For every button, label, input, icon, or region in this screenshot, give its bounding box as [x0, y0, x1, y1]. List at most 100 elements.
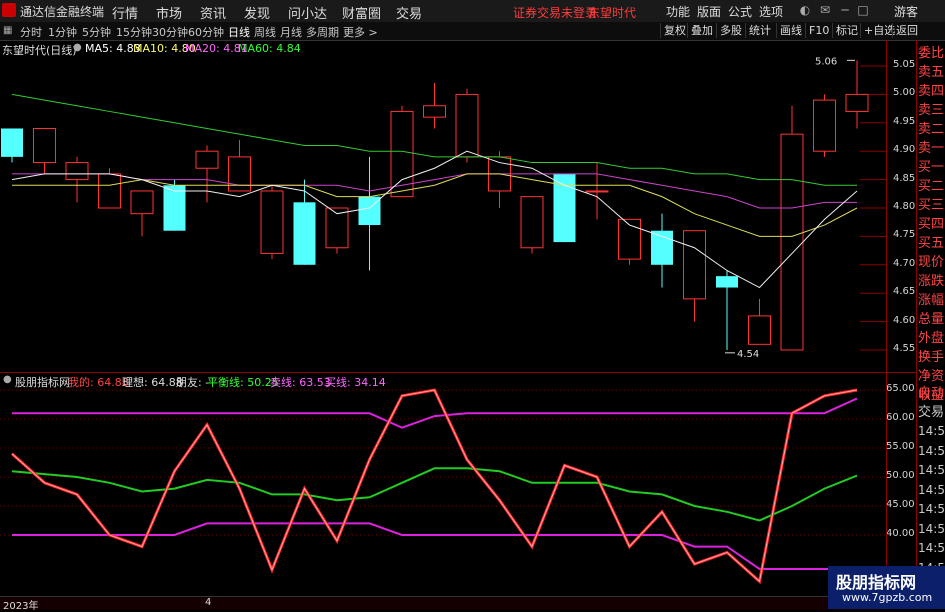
indicator-title: 股朋指标网 — [15, 376, 70, 389]
period-30min[interactable]: 30分钟 — [152, 24, 188, 40]
price-tick-label: 4.60 — [893, 314, 916, 326]
side-panel-item: 卖一 — [918, 141, 945, 156]
period-60min[interactable]: 60分钟 — [188, 24, 224, 40]
price-tick-label: 4.65 — [893, 286, 916, 298]
side-panel-item: 买三 — [918, 198, 945, 213]
indicator-friend: 朋友: - — [176, 376, 210, 389]
menu-zixun[interactable]: 资讯 — [200, 3, 226, 22]
side-panel-time: 14:56 — [918, 443, 945, 458]
grid-icon[interactable]: ▦ — [3, 25, 12, 36]
menu-hangqing[interactable]: 行情 — [112, 3, 138, 22]
menu-jiaoyi[interactable]: 交易 — [396, 3, 422, 22]
period-daily[interactable]: 日线 — [228, 24, 250, 40]
balance-line — [11, 467, 858, 522]
candle-body — [1, 128, 23, 157]
minimize-icon[interactable]: ─ — [838, 3, 852, 17]
menu-gongneng[interactable]: 功能 — [666, 3, 690, 20]
side-panel-item: 外盘 — [918, 331, 945, 346]
indicator-tick-label: 50.00 — [886, 470, 915, 481]
period-more[interactable]: 更多 > — [343, 24, 378, 40]
period-fenshi[interactable]: 分时 — [20, 24, 42, 40]
candle-body — [716, 276, 738, 288]
year-label: 2023年 — [3, 601, 39, 612]
btn-return[interactable]: 返回 — [892, 23, 921, 38]
candle-body — [228, 156, 251, 192]
candle-body — [455, 93, 479, 158]
btn-tongji[interactable]: 统计 — [745, 23, 774, 38]
indicator-tick-label: 65.00 — [886, 383, 915, 394]
candle-body — [651, 230, 673, 265]
indicator-ideal: 理想: 64.88 — [122, 376, 183, 389]
price-tick-label: 4.85 — [893, 172, 916, 184]
side-panel-item: 买五 — [918, 236, 945, 251]
sell-line — [12, 397, 858, 429]
app-title: 通达信金融终端 — [20, 5, 105, 19]
price-tick-label: 5.00 — [893, 87, 916, 99]
side-panel-subitem: 自动 — [918, 386, 945, 401]
kline-chart[interactable]: 5.06 4.54 — [0, 40, 886, 596]
price-tick-label: 4.95 — [893, 115, 916, 127]
price-tick-label: 4.55 — [893, 343, 916, 354]
trade-login-status[interactable]: 证券交易未登录 — [513, 4, 597, 21]
btn-duogu[interactable]: 多股 — [716, 23, 745, 38]
price-tick-label: 5.05 — [893, 59, 916, 70]
candle-body — [33, 127, 56, 164]
menu-faxian[interactable]: 发现 — [244, 3, 270, 22]
period-monthly[interactable]: 月线 — [280, 24, 302, 40]
user-label[interactable]: 游客 — [894, 3, 918, 20]
stock-name-title: 东望时代 — [588, 6, 637, 20]
candle-body — [195, 150, 219, 169]
candle-body — [520, 196, 544, 249]
side-panel-item: 委比 — [918, 46, 945, 61]
candle-body — [130, 190, 154, 215]
restore-icon[interactable]: □ — [856, 3, 870, 17]
menu-bar: 通达信金融终端 行情 市场 资讯 发现 问小达 财富圈 交易 证券交易未登录 东… — [0, 0, 945, 23]
indicator-tick-label: 55.00 — [886, 441, 915, 452]
period-5min[interactable]: 5分钟 — [82, 24, 111, 40]
period-weekly[interactable]: 周线 — [254, 24, 276, 40]
skin-icon[interactable]: ◐ — [798, 3, 812, 17]
side-panel-item: 卖三 — [918, 103, 945, 118]
panel-divider — [916, 40, 917, 609]
side-panel-item: 卖二 — [918, 122, 945, 137]
btn-huaxian[interactable]: 画线 — [776, 23, 805, 38]
candle-body — [585, 190, 609, 193]
indicator-tick-label: 45.00 — [886, 499, 915, 510]
candle-body — [293, 202, 316, 265]
app-logo-icon — [2, 3, 16, 17]
indicator-tick-label: 60.00 — [886, 412, 915, 423]
side-panel-item: 买一 — [918, 160, 945, 175]
btn-biaoji[interactable]: 标记 — [832, 23, 861, 38]
period-1min[interactable]: 1分钟 — [48, 24, 77, 40]
side-panel-item: 卖五 — [918, 65, 945, 80]
menu-gongshi[interactable]: 公式 — [728, 3, 752, 20]
btn-diejia[interactable]: 叠加 — [687, 23, 716, 38]
candle-body — [780, 133, 804, 351]
mail-icon[interactable]: ✉ — [818, 3, 832, 17]
indicator-balance: 平衡线: 50.25 — [207, 376, 279, 389]
menu-shichang[interactable]: 市场 — [156, 3, 182, 22]
side-panel-item: 买二 — [918, 179, 945, 194]
side-panel-item: 买四 — [918, 217, 945, 232]
btn-fuquan[interactable]: 复权 — [660, 23, 689, 38]
side-panel-time: 14:56 — [918, 521, 945, 536]
indicator-sell: 卖线: 63.53 — [270, 376, 331, 389]
period-multi[interactable]: 多周期 — [306, 24, 339, 40]
side-panel-time: 14:56 — [918, 482, 945, 497]
pane-divider — [0, 372, 916, 373]
candle-body — [423, 105, 446, 118]
menu-banmian[interactable]: 版面 — [697, 3, 721, 20]
period-15min[interactable]: 15分钟 — [116, 24, 152, 40]
menu-caifuquan[interactable]: 财富圈 — [342, 3, 381, 22]
btn-f10[interactable]: F10 — [805, 23, 832, 38]
mine-line — [11, 388, 858, 585]
candle-body — [163, 185, 186, 231]
indicator-buy: 买线: 34.14 — [325, 376, 386, 389]
indicator-tick-label: 40.00 — [886, 528, 915, 539]
settings-icon[interactable]: ● — [3, 374, 12, 385]
indicator-mine: 我的: 64.88 — [68, 376, 129, 389]
side-panel-time: 14:56 — [918, 424, 945, 438]
menu-wenxiaoda[interactable]: 问小达 — [288, 3, 327, 22]
menu-xuanxiang[interactable]: 选项 — [759, 3, 783, 20]
candle-body — [845, 93, 869, 112]
